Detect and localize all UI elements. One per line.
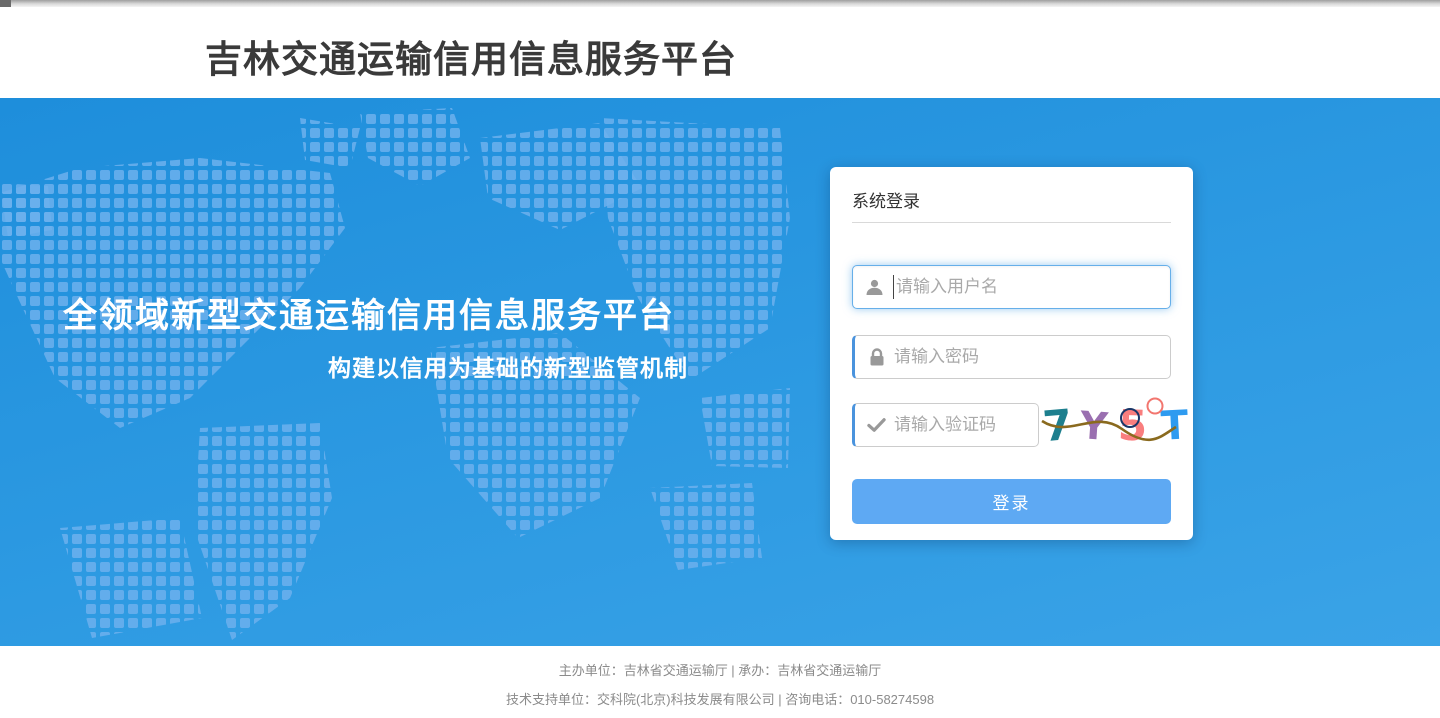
captcha-input[interactable] (894, 415, 1030, 435)
user-icon (865, 278, 884, 297)
page-title: 吉林交通运输信用信息服务平台 (205, 29, 737, 83)
password-input[interactable] (894, 347, 1162, 367)
divider (852, 222, 1171, 223)
banner-subheadline: 构建以信用为基础的新型监管机制 (328, 349, 688, 383)
hero-banner: 全领域新型交通运输信用信息服务平台 构建以信用为基础的新型监管机制 系统登录 (0, 98, 1440, 646)
text-caret (893, 275, 894, 299)
footer-support-line: 技术支持单位：交科院(北京)科技发展有限公司 | 咨询电话：010-582745… (0, 689, 1440, 708)
top-shadow-strip (0, 0, 1440, 7)
site-footer: 主办单位：吉林省交通运输厅 | 承办：吉林省交通运输厅 技术支持单位：交科院(北… (0, 646, 1440, 718)
check-icon (867, 416, 886, 435)
world-map-dots-graphic (0, 98, 1440, 646)
password-field[interactable] (852, 335, 1171, 379)
login-button[interactable]: 登录 (852, 479, 1171, 524)
login-title: 系统登录 (852, 187, 920, 212)
username-field[interactable] (852, 265, 1171, 309)
captcha-char-1: 7 (1041, 404, 1074, 448)
captcha-char-4: T (1160, 405, 1189, 446)
footer-organizer-line: 主办单位：吉林省交通运输厅 | 承办：吉林省交通运输厅 (0, 660, 1440, 679)
captcha-image[interactable]: 7 Y 5 T (1042, 403, 1176, 449)
captcha-char-2: Y (1079, 406, 1109, 446)
banner-headline: 全领域新型交通运输信用信息服务平台 (63, 288, 675, 337)
login-panel: 系统登录 (830, 167, 1193, 540)
username-input[interactable] (896, 277, 1162, 297)
captcha-field[interactable] (852, 403, 1039, 447)
captcha-char-3: 5 (1117, 405, 1148, 448)
site-header: 吉林交通运输信用信息服务平台 (0, 7, 1440, 98)
lock-icon (867, 348, 886, 367)
top-strip-left-cap (0, 0, 11, 7)
